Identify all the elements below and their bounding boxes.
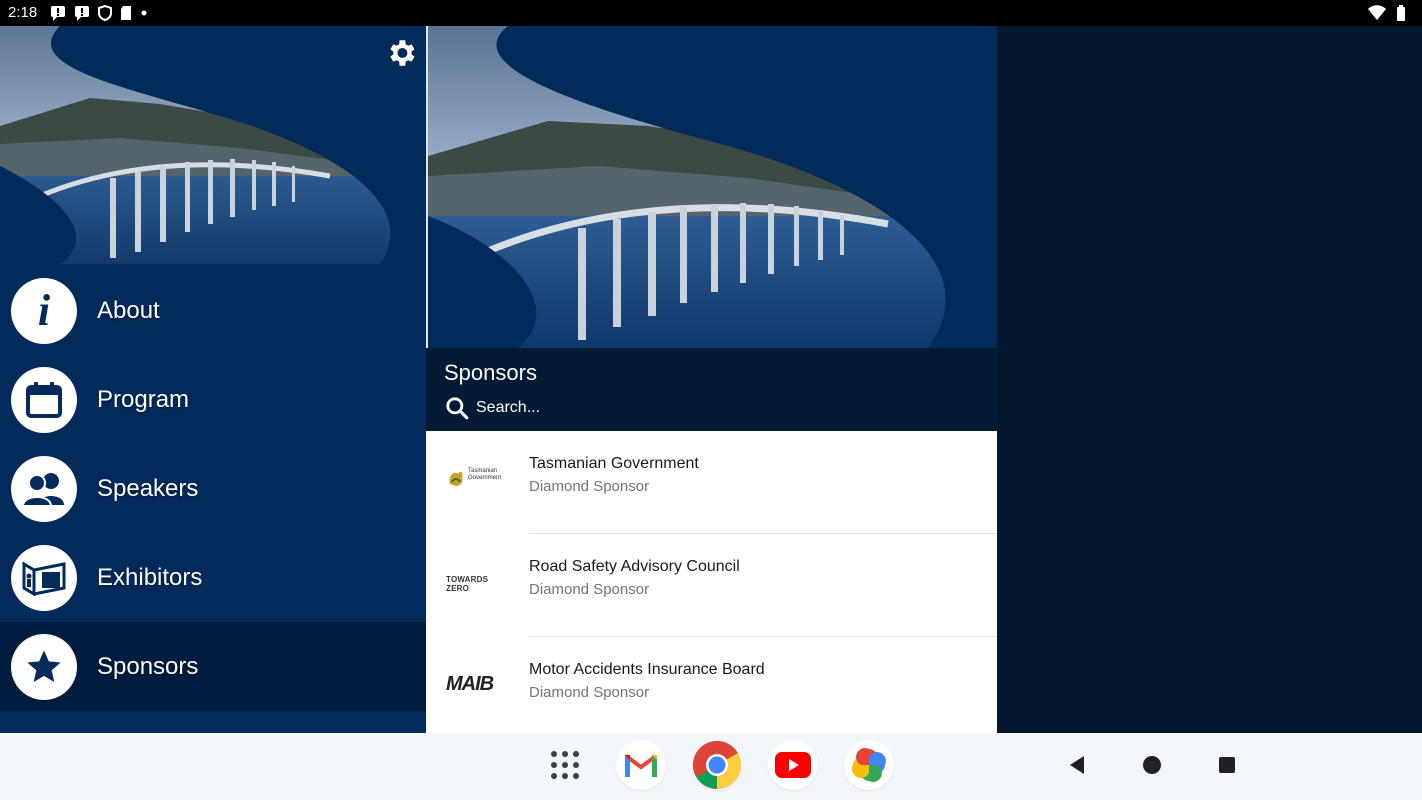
app-drawer-icon [551,751,579,779]
home-icon [1143,756,1161,774]
wifi-icon [1368,5,1386,20]
search-icon [446,397,469,420]
list-item[interactable]: MAIB Motor Accidents Insurance Board Dia… [426,637,997,733]
drawer-item-exhibitors[interactable]: Exhibitors [0,533,426,622]
sponsor-tier: Diamond Sponsor [529,684,650,701]
logo-text: MAIB [446,672,494,695]
taskbar [0,733,1422,800]
status-bar: 2:18 [0,0,1422,26]
people-icon [11,455,77,522]
sd-card-icon [121,6,131,20]
battery-icon [1397,5,1405,21]
drawer-item-label: Exhibitors [97,563,203,591]
photos-app[interactable] [844,740,894,790]
shield-icon [98,5,112,21]
road-safety-logo: TOWARDS ZERO [446,564,508,598]
list-item[interactable]: Tasmanian Government Tasmanian Governmen… [426,431,997,534]
chrome-icon [692,741,742,789]
drawer-item-label: Sponsors [97,652,199,680]
drawer-item-program[interactable]: Program [0,355,426,444]
exhibitor-booth-icon [11,544,77,611]
system-nav [1066,753,1238,782]
drawer-item-label: Speakers [97,474,199,502]
back-icon [1070,756,1084,774]
drawer-menu: i About Program Speakers Exhibitors Spon… [0,266,426,733]
tasmanian-government-logo: Tasmanian Government [446,461,508,495]
drawer-item-about[interactable]: i About [0,266,426,355]
page-title: Sponsors [444,360,537,385]
sponsors-panel: Sponsors Search... Tasmanian Government … [426,26,997,733]
sponsors-header-image [426,26,997,348]
chrome-app[interactable] [692,740,742,790]
drawer-item-sponsors[interactable]: Sponsors [0,622,426,711]
drawer-header-image [0,26,426,264]
notification-icons [50,5,148,21]
app-drawer-button[interactable] [540,740,590,790]
navigation-drawer: i About Program Speakers Exhibitors Spon… [0,26,426,733]
status-time: 2:18 [8,4,38,21]
gear-icon [390,40,415,66]
sponsor-name: Tasmanian Government [529,455,699,472]
search-input[interactable]: Search... [476,399,540,417]
sponsor-list: Tasmanian Government Tasmanian Governmen… [426,431,997,733]
recents-icon [1219,757,1235,773]
home-button[interactable] [1140,753,1164,782]
drawer-item-next[interactable] [0,711,426,733]
list-item[interactable]: TOWARDS ZERO Road Safety Advisory Counci… [426,534,997,637]
search-bar[interactable]: Search... [444,395,540,421]
logo-text: TOWARDS ZERO [446,575,489,593]
sponsor-name: Motor Accidents Insurance Board [529,661,765,678]
sponsor-tier: Diamond Sponsor [529,478,650,495]
sponsor-tier: Diamond Sponsor [529,581,650,598]
empty-detail-area [997,26,1422,733]
drawer-item-label: Program [97,385,190,413]
sponsors-header: Sponsors Search... [426,348,997,431]
youtube-app[interactable] [768,740,818,790]
youtube-icon [775,752,811,778]
app-dock [540,740,894,790]
calendar-icon [11,366,77,433]
dot-icon [141,10,147,16]
settings-button[interactable] [384,36,418,70]
photos-icon [852,748,886,782]
back-button[interactable] [1066,753,1088,782]
drawer-item-label: About [97,296,160,324]
sponsor-name: Road Safety Advisory Council [529,558,740,575]
drawer-item-speakers[interactable]: Speakers [0,444,426,533]
info-icon: i [11,277,77,344]
alert-message-icon [51,6,65,21]
alert-message-icon [75,6,89,21]
maib-logo: MAIB [446,667,508,701]
gmail-icon [624,754,658,777]
system-status-icons [1368,5,1406,21]
logo-text: Tasmanian Government [468,468,502,481]
star-icon [11,633,77,700]
recents-button[interactable] [1216,754,1238,781]
gmail-app[interactable] [616,740,666,790]
